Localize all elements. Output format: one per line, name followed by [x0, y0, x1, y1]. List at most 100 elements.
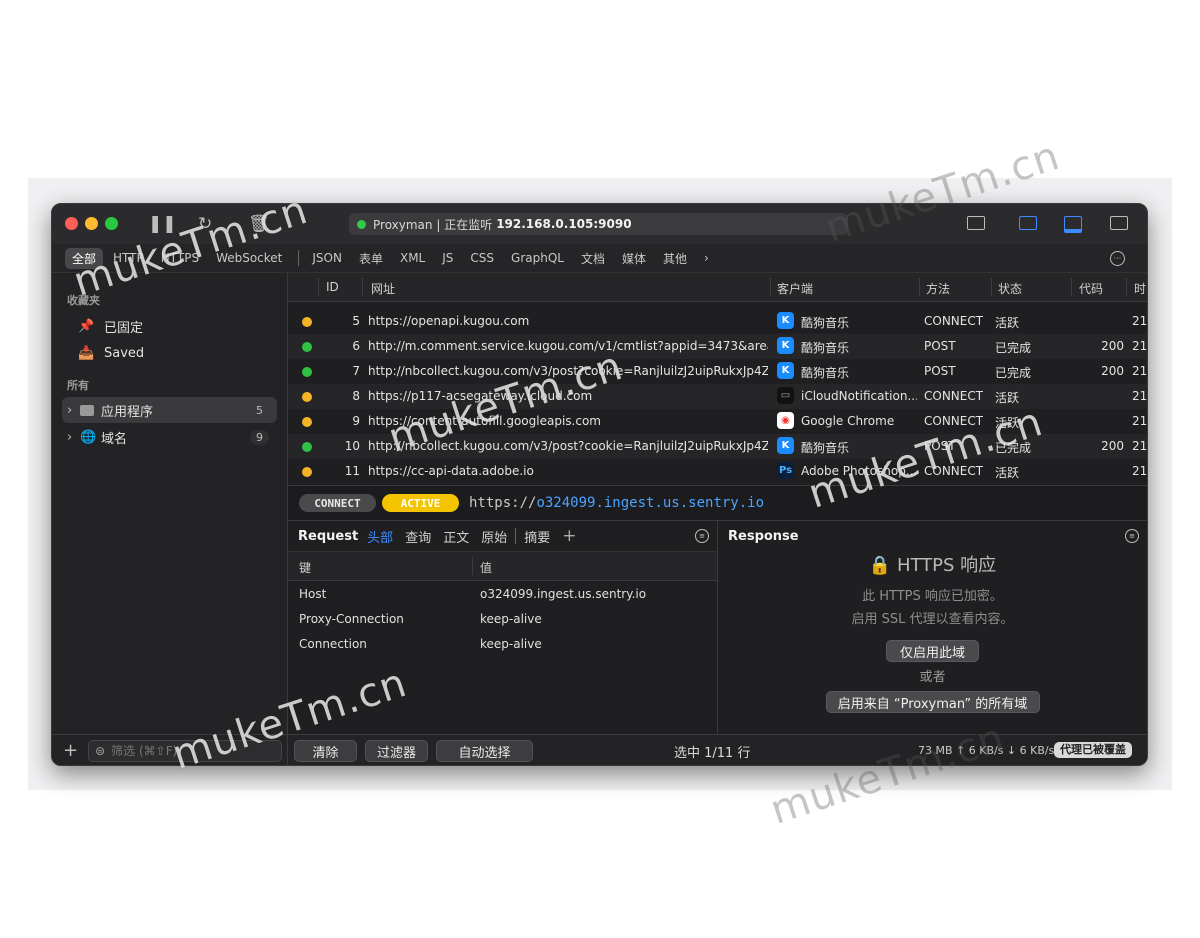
- tab-all[interactable]: 全部: [65, 247, 104, 269]
- pause-icon[interactable]: ❚❚: [148, 214, 177, 234]
- header-row[interactable]: Connection keep-alive: [288, 632, 717, 657]
- request-url: http://nbcollect.kugou.com/v3/post?cooki…: [368, 439, 768, 453]
- kugou-app-icon: K: [777, 312, 794, 329]
- client-name: 酷狗音乐: [801, 316, 850, 330]
- client-name: Google Chrome: [801, 414, 895, 428]
- column-header-status[interactable]: 状态: [998, 280, 1022, 297]
- request-id: 10: [344, 439, 360, 453]
- request-status: 已完成: [995, 341, 1032, 355]
- column-header-client[interactable]: 客户端: [777, 280, 813, 297]
- tab-http[interactable]: HTTP: [106, 249, 151, 267]
- more-options-icon[interactable]: ···: [1110, 250, 1125, 266]
- request-status: 活跃: [995, 416, 1020, 430]
- column-header-method[interactable]: 方法: [926, 280, 950, 297]
- request-method: CONNECT: [924, 414, 984, 428]
- tab-summary[interactable]: 摘要: [524, 527, 550, 546]
- close-window-button[interactable]: [65, 217, 78, 230]
- proxy-address: 192.168.0.105:9090: [496, 217, 632, 231]
- client-name: Adobe Photoshop...: [801, 464, 917, 478]
- clear-button[interactable]: 清除: [294, 740, 357, 762]
- tab-xml[interactable]: XML: [393, 249, 432, 267]
- header-row[interactable]: Host o324099.ingest.us.sentry.io: [288, 582, 717, 607]
- request-id: 11: [344, 464, 360, 478]
- selection-count: 选中 1/11 行: [674, 746, 751, 761]
- request-time: 21: [1132, 314, 1148, 328]
- header-row[interactable]: Proxy-Connection keep-alive: [288, 607, 717, 632]
- tab-json[interactable]: JSON: [305, 249, 349, 267]
- tab-other[interactable]: 其他: [656, 248, 694, 269]
- request-url[interactable]: https://o324099.ingest.us.sentry.io: [469, 495, 764, 511]
- sidebar-item-label: 已固定: [104, 320, 144, 336]
- right-panel-layout-icon[interactable]: [1110, 216, 1128, 230]
- zoom-window-button[interactable]: [105, 217, 118, 230]
- sidebar-item-pinned[interactable]: 📌 已固定: [62, 313, 277, 339]
- chevron-right-icon[interactable]: ›: [697, 249, 716, 267]
- tab-form[interactable]: 表单: [352, 248, 390, 269]
- request-method: POST: [924, 439, 956, 453]
- minimize-window-button[interactable]: [85, 217, 98, 230]
- repeat-icon[interactable]: ↻: [198, 214, 212, 234]
- table-row[interactable]: 11 https://cc-api-data.adobe.io Ps Adobe Ph…: [288, 459, 1147, 484]
- column-header-time[interactable]: 时: [1134, 280, 1146, 297]
- header-key: Connection: [299, 637, 367, 651]
- terminal-app-icon: ▭: [777, 387, 794, 404]
- tab-body[interactable]: 正文: [443, 527, 469, 546]
- sidebar-item-domains[interactable]: › 🌐 域名 9: [62, 424, 277, 450]
- proxy-address-bar: Proxyman | 正在监听 192.168.0.105:9090: [349, 213, 848, 235]
- tab-separator: [298, 250, 300, 266]
- request-time: 21: [1132, 339, 1148, 353]
- filter-icon[interactable]: ≡: [1125, 529, 1139, 543]
- chevron-right-icon[interactable]: ›: [67, 430, 80, 445]
- autoselect-button[interactable]: 自动选择: [436, 740, 533, 762]
- tab-css[interactable]: CSS: [463, 249, 501, 267]
- status-dot: [302, 417, 312, 427]
- column-header-url[interactable]: 网址: [371, 280, 395, 297]
- table-row[interactable]: 8 https://p117-acsegateway.icloud.com ▭ iCl…: [288, 384, 1147, 409]
- encrypted-title: HTTPS 响应: [896, 555, 997, 576]
- enable-all-domains-button[interactable]: 启用来自 “Proxyman” 的所有域: [825, 691, 1040, 713]
- tab-document[interactable]: 文档: [574, 248, 612, 269]
- filter-button[interactable]: 过滤器: [365, 740, 428, 762]
- sidebar-layout-icon[interactable]: [1019, 216, 1037, 230]
- column-header-id[interactable]: ID: [326, 280, 339, 294]
- proxy-overridden-badge[interactable]: 代理已被覆盖: [1054, 742, 1132, 758]
- client-name: 酷狗音乐: [801, 441, 850, 455]
- request-time: 21: [1132, 414, 1148, 428]
- table-row[interactable]: 6 http://m.comment.service.kugou.com/v1/c…: [288, 334, 1147, 359]
- window-icon[interactable]: [967, 216, 985, 230]
- tab-query[interactable]: 查询: [405, 527, 431, 546]
- response-code: 200: [1101, 339, 1124, 353]
- traffic-stats: 73 MB ↑ 6 KB/s ↓ 6 KB/s: [918, 744, 1055, 757]
- method-pill: CONNECT: [299, 494, 376, 512]
- trash-icon[interactable]: 🗑: [248, 214, 270, 234]
- table-row[interactable]: 7 http://nbcollect.kugou.com/v3/post?cook…: [288, 359, 1147, 384]
- tab-media[interactable]: 媒体: [615, 248, 653, 269]
- tab-raw[interactable]: 原始: [481, 527, 507, 546]
- status-dot: [302, 467, 312, 477]
- tab-headers[interactable]: 头部: [367, 527, 393, 546]
- tab-js[interactable]: JS: [435, 249, 460, 267]
- response-tabs: Response ≡: [718, 521, 1147, 551]
- tab-https[interactable]: HTTPS: [154, 249, 206, 267]
- add-icon[interactable]: +: [63, 740, 78, 761]
- table-row[interactable]: 10 http://nbcollect.kugou.com/v3/post?coo…: [288, 434, 1147, 459]
- filter-icon[interactable]: ≡: [695, 529, 709, 543]
- column-header-code[interactable]: 代码: [1079, 280, 1103, 297]
- tab-graphql[interactable]: GraphQL: [504, 249, 571, 267]
- sidebar-item-apps[interactable]: › 应用程序 5: [62, 397, 277, 423]
- request-method: CONNECT: [924, 314, 984, 328]
- encrypted-line-2: 启用 SSL 代理以查看内容。: [851, 612, 1014, 627]
- or-label: 或者: [919, 670, 946, 685]
- client-name: 酷狗音乐: [801, 341, 850, 355]
- table-row[interactable]: 5 https://openapi.kugou.com K 酷狗音乐 CONNECT 活跃…: [288, 309, 1147, 334]
- enable-this-domain-button[interactable]: 仅启用此域: [886, 640, 979, 662]
- request-time: 21: [1132, 389, 1148, 403]
- table-row[interactable]: 9 https://content-autofill.googleapis.com…: [288, 409, 1147, 434]
- chevron-right-icon[interactable]: ›: [67, 403, 80, 418]
- bottom-panel-layout-icon[interactable]: [1064, 216, 1082, 233]
- sidebar-item-saved[interactable]: 📥 Saved: [62, 340, 277, 366]
- kugou-app-icon: K: [777, 437, 794, 454]
- add-tab-icon[interactable]: +: [562, 526, 576, 546]
- tab-websocket[interactable]: WebSocket: [209, 249, 289, 267]
- sidebar-filter-input[interactable]: ⊜ 筛选 (⌘⇧F): [88, 739, 283, 762]
